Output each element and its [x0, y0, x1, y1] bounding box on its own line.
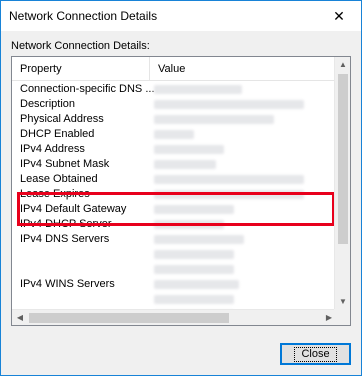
value-cell-redacted [154, 250, 234, 259]
property-cell: Description [20, 98, 76, 110]
highlight-box [17, 192, 335, 226]
title-bar[interactable]: Network Connection Details ✕ [1, 1, 361, 31]
property-cell: Lease Obtained [20, 173, 98, 185]
column-header-value[interactable]: Value [150, 57, 337, 81]
table-row[interactable]: IPv4 DNS Servers [12, 232, 337, 247]
close-icon[interactable]: ✕ [317, 1, 361, 31]
table-row[interactable] [12, 292, 337, 307]
table-row[interactable]: IPv4 Address [12, 142, 337, 157]
table-row[interactable]: Connection-specific DNS ... [12, 82, 337, 97]
list-header: Property Value [12, 57, 337, 81]
close-button[interactable]: Close [280, 343, 351, 365]
window-title: Network Connection Details [9, 9, 158, 23]
value-cell-redacted [154, 100, 304, 109]
property-cell: IPv4 WINS Servers [20, 278, 115, 290]
dialog-window: Network Connection Details ✕ Network Con… [0, 0, 362, 376]
property-cell: IPv4 Subnet Mask [20, 158, 110, 170]
property-cell: IPv4 Address [20, 143, 85, 155]
scrollbar-corner [334, 309, 350, 325]
table-row[interactable]: DHCP Enabled [12, 127, 337, 142]
vertical-scroll-thumb[interactable] [338, 74, 348, 244]
property-cell: Connection-specific DNS ... [20, 83, 155, 95]
horizontal-scrollbar[interactable]: ◀ ▶ [12, 309, 337, 325]
property-cell: DHCP Enabled [20, 128, 95, 140]
table-row[interactable]: Lease Obtained [12, 172, 337, 187]
value-cell-redacted [154, 145, 224, 154]
value-cell-redacted [154, 175, 304, 184]
value-cell-redacted [154, 160, 216, 169]
value-cell-redacted [154, 295, 234, 304]
table-row[interactable] [12, 262, 337, 277]
value-cell-redacted [154, 115, 274, 124]
scroll-up-icon[interactable]: ▲ [335, 57, 350, 73]
column-header-property[interactable]: Property [12, 57, 150, 81]
table-row[interactable]: Physical Address [12, 112, 337, 127]
value-cell-redacted [154, 85, 242, 94]
table-row[interactable]: IPv4 Subnet Mask [12, 157, 337, 172]
vertical-scrollbar[interactable]: ▲ ▼ [334, 57, 350, 310]
details-list[interactable]: Property Value Connection-specific DNS .… [11, 56, 351, 326]
value-cell-redacted [154, 265, 234, 274]
scroll-down-icon[interactable]: ▼ [335, 294, 350, 310]
section-label: Network Connection Details: [11, 40, 150, 52]
value-cell-redacted [154, 130, 194, 139]
close-button-label: Close [294, 346, 337, 362]
value-cell-redacted [154, 235, 244, 244]
section-label-text: Network Connection Details: [11, 40, 150, 52]
property-cell: IPv4 DNS Servers [20, 233, 110, 245]
table-row[interactable]: IPv4 WINS Servers [12, 277, 337, 292]
table-row[interactable] [12, 247, 337, 262]
horizontal-scroll-thumb[interactable] [29, 313, 229, 323]
table-row[interactable]: Description [12, 97, 337, 112]
scroll-left-icon[interactable]: ◀ [12, 310, 28, 325]
property-cell: Physical Address [20, 113, 104, 125]
value-cell-redacted [154, 280, 239, 289]
